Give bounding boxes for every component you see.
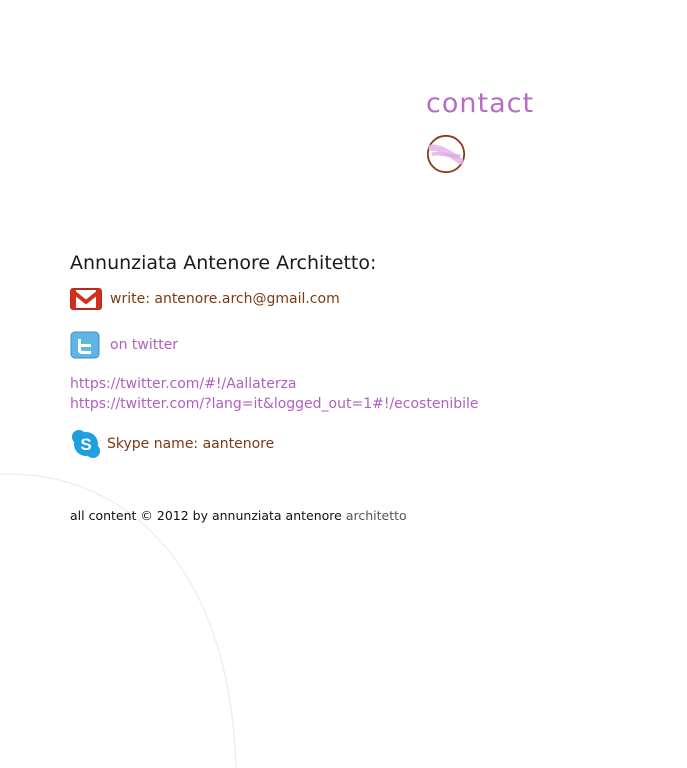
contact-heading: Annunziata Antenore Architetto: [70, 252, 377, 274]
twitter-link[interactable]: on twitter [110, 337, 178, 353]
footer-copyright: all content © 2012 by annunziata antenor… [70, 508, 407, 523]
twitter-url-link-2[interactable]: https://twitter.com/?lang=it&logged_out=… [70, 396, 479, 412]
twitter-url-link-1[interactable]: https://twitter.com/#!/Aallaterza [70, 376, 297, 392]
page-title: contact [426, 88, 535, 119]
footer-accent-text: architetto [345, 508, 407, 523]
gmail-link[interactable]: write: antenore.arch@gmail.com [110, 291, 340, 307]
svg-text:S: S [80, 435, 91, 454]
twitter-row[interactable]: on twitter [70, 331, 178, 359]
footer-main-text: all content © 2012 by annunziata antenor… [70, 508, 346, 523]
skype-name: Skype name: aantenore [107, 436, 275, 452]
gmail-row[interactable]: write: antenore.arch@gmail.com [70, 286, 340, 312]
skype-icon: S [72, 430, 100, 458]
decorative-circle-icon [426, 134, 466, 174]
twitter-icon [70, 331, 100, 359]
skype-row[interactable]: S Skype name: aantenore [70, 429, 274, 459]
gmail-icon [70, 288, 102, 310]
